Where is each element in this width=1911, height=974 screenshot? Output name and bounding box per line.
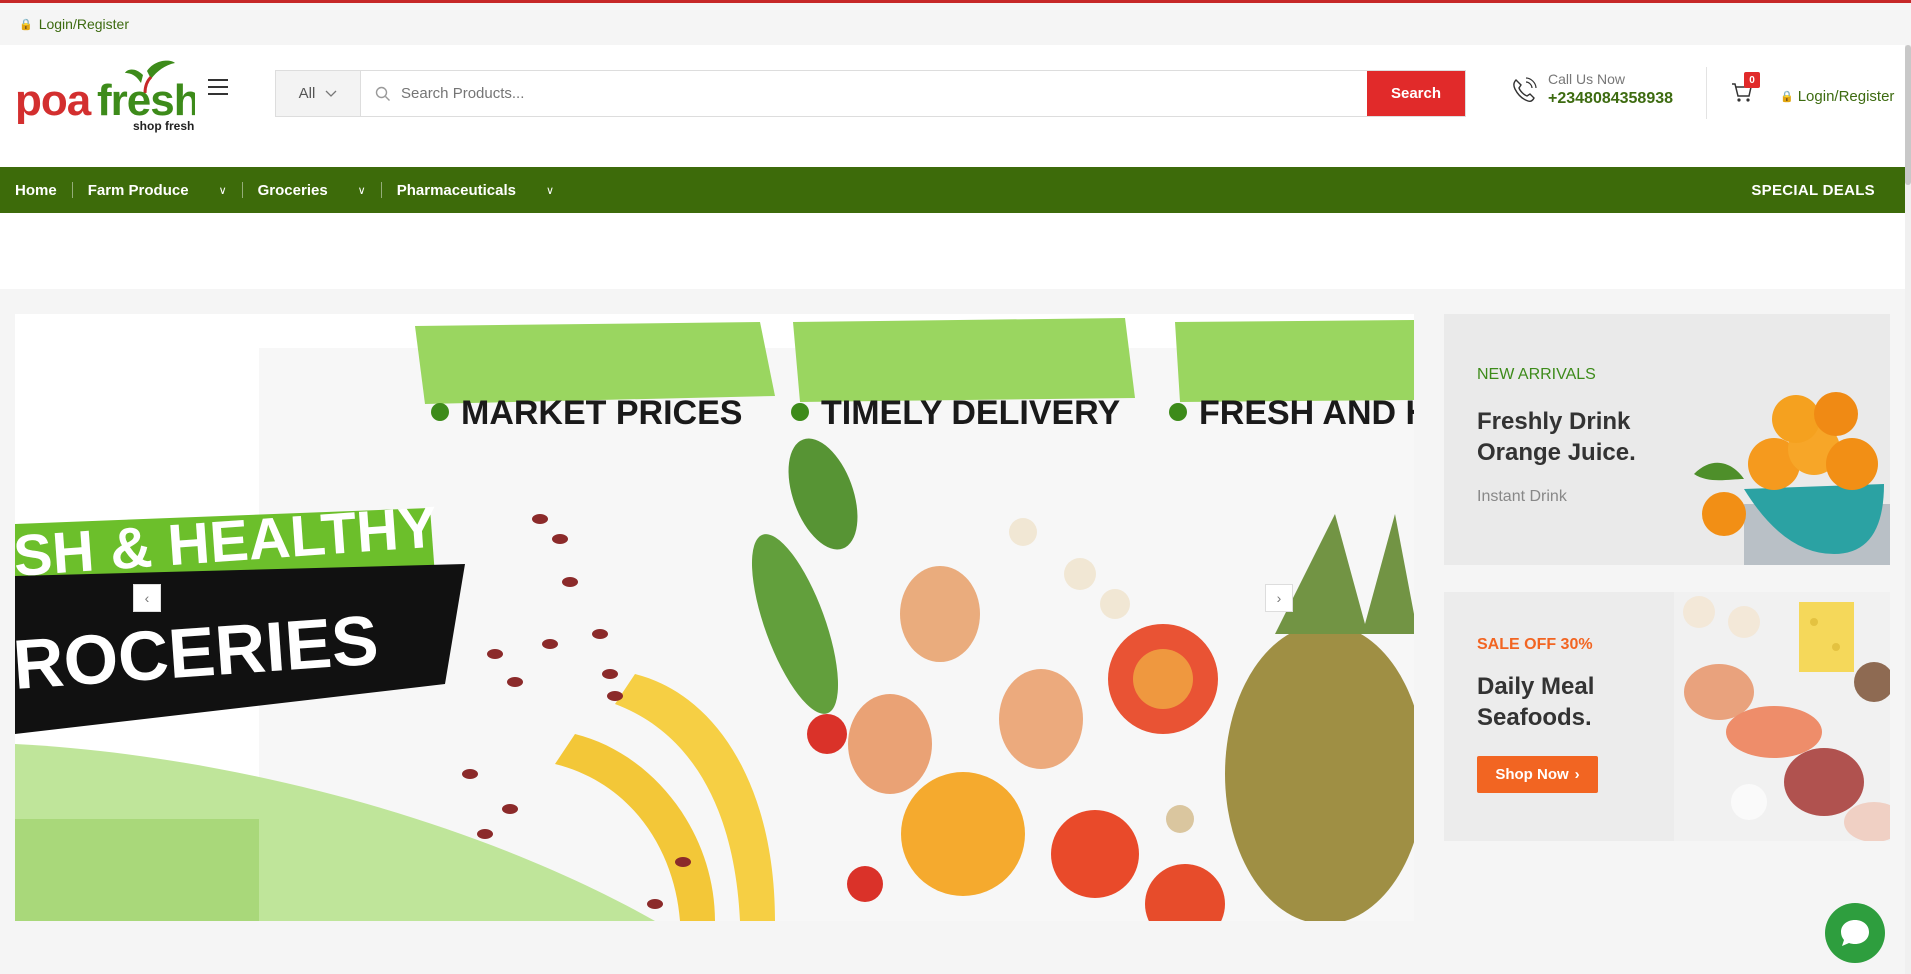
hamburger-menu-icon[interactable] [208, 79, 228, 95]
lock-icon: 🔒 [1780, 91, 1794, 103]
page-scrollbar[interactable] [1905, 45, 1911, 974]
chat-widget-button[interactable] [1825, 903, 1885, 963]
banner1-tag: NEW ARRIVALS [1477, 366, 1596, 383]
call-us[interactable]: Call Us Now +2348084358938 [1510, 71, 1673, 108]
chevron-down-icon: ∨ [357, 184, 366, 197]
cart-button[interactable]: 0 [1730, 72, 1760, 106]
promo-banner-orange-juice[interactable]: NEW ARRIVALS Freshly Drink Orange Juice.… [1444, 314, 1890, 565]
search-input[interactable] [401, 85, 1367, 102]
promo-banner-seafoods[interactable]: SALE OFF 30% Daily Meal Seafoods. Shop N… [1444, 592, 1890, 841]
banner2-title-line2: Seafoods. [1477, 704, 1592, 731]
banner1-subtitle: Instant Drink [1477, 488, 1567, 505]
logo[interactable]: poa fresh shop fresh [15, 57, 201, 133]
hero-image: MARKET PRICES TIMELY DELIVERY FRESH AND … [15, 314, 1414, 921]
nav-groceries-label: Groceries [257, 181, 328, 199]
phone-number[interactable]: +2348084358938 [1548, 90, 1673, 108]
nav-special-deals[interactable]: SPECIAL DEALS [1736, 167, 1905, 213]
svg-text:poa: poa [15, 76, 92, 125]
nav-groceries[interactable]: Groceries ∨ [243, 167, 381, 213]
spacer-strip [0, 213, 1905, 289]
nav-pharmaceuticals[interactable]: Pharmaceuticals ∨ [382, 167, 569, 213]
logo-tagline: shop fresh [133, 119, 194, 133]
banner2-tag: SALE OFF 30% [1477, 636, 1593, 653]
lock-icon: 🔒 [19, 18, 33, 31]
chevron-down-icon: ∨ [218, 184, 227, 197]
banner1-title-line1: Freshly Drink [1477, 408, 1631, 435]
shop-now-label: Shop Now [1495, 766, 1569, 783]
chat-bubble-icon [1841, 920, 1869, 946]
header-login-label: Login/Register [1797, 88, 1895, 105]
call-us-label: Call Us Now [1548, 71, 1626, 87]
banner2-title-line1: Daily Meal [1477, 673, 1595, 700]
search-field [361, 71, 1367, 116]
header-login-link[interactable]: 🔒 Login/Register [1780, 88, 1894, 105]
scrollbar-thumb[interactable] [1905, 45, 1911, 185]
search-icon [375, 86, 390, 101]
search-bar: All Search [275, 70, 1466, 117]
hero-feature-3: FRESH AND H [1199, 394, 1414, 432]
logo-mark: poa fresh shop fresh [15, 60, 201, 133]
cart-count-badge: 0 [1744, 72, 1760, 88]
slider-next-button[interactable]: › [1265, 584, 1293, 612]
chevron-down-icon: ∨ [545, 184, 555, 197]
search-button[interactable]: Search [1367, 71, 1465, 116]
shop-now-button[interactable]: Shop Now › [1477, 756, 1598, 793]
slider-prev-button[interactable]: ‹ [133, 584, 161, 612]
hero-slider: MARKET PRICES TIMELY DELIVERY FRESH AND … [15, 314, 1414, 921]
hero-feature-2: TIMELY DELIVERY [821, 394, 1120, 432]
top-bar: 🔒 Login/Register [0, 3, 1911, 45]
nav-pharmaceuticals-label: Pharmaceuticals [396, 181, 516, 199]
nav-farm-produce-label: Farm Produce [87, 181, 189, 199]
category-select-value: All [298, 85, 316, 102]
banner1-title-line2: Orange Juice. [1477, 439, 1636, 466]
header-divider [1706, 67, 1707, 119]
nav-home-label: Home [15, 181, 57, 199]
nav-farm-produce[interactable]: Farm Produce ∨ [73, 167, 242, 213]
nav-home[interactable]: Home [0, 167, 72, 213]
category-select[interactable]: All [276, 71, 361, 116]
top-login-link[interactable]: Login/Register [39, 16, 129, 32]
svg-text:fresh: fresh [97, 76, 195, 125]
hero-feature-1: MARKET PRICES [461, 394, 742, 432]
header: poa fresh shop fresh All Search Call Us … [0, 45, 1911, 167]
chevron-down-icon [325, 90, 337, 97]
phone-icon [1513, 76, 1537, 102]
main-nav: Home Farm Produce ∨ Groceries ∨ Pharmaceut… [0, 167, 1905, 213]
chevron-right-icon: › [1574, 766, 1580, 783]
